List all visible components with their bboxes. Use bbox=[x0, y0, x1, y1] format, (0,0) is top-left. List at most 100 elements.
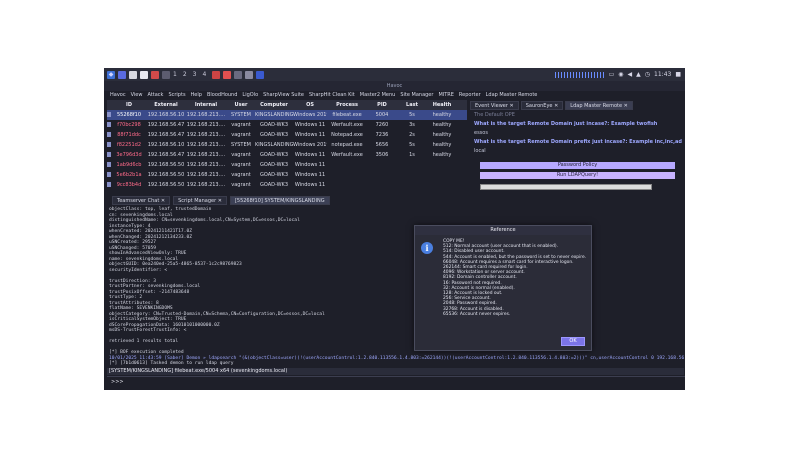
menu-item[interactable]: Scripts bbox=[168, 91, 185, 99]
header-internal[interactable]: Internal bbox=[185, 100, 227, 110]
header-computer[interactable]: Computer bbox=[255, 100, 293, 110]
table-cell: 192.168.56.47 bbox=[147, 132, 185, 138]
table-cell: 9cc83b4d bbox=[116, 182, 142, 188]
table-row[interactable]: 3e796d3d 192.168.56.47 192.168.213.… vagran… bbox=[107, 150, 467, 160]
tab-event-viewer[interactable]: Event Viewer ✕ bbox=[470, 101, 519, 110]
menu-item[interactable]: Site Manager bbox=[400, 91, 433, 99]
table-cell: vagrant bbox=[231, 132, 251, 138]
tab-sauroneye[interactable]: SauronEye ✕ bbox=[520, 101, 564, 110]
folder-icon[interactable] bbox=[129, 70, 137, 79]
password-policy-button[interactable]: Password Policy bbox=[480, 162, 675, 169]
header-id[interactable]: ID bbox=[111, 100, 147, 110]
tab-beacon-session[interactable]: [55268f10] SYSTEM/KINGSLANDING bbox=[229, 196, 330, 205]
header-process[interactable]: Process bbox=[327, 100, 367, 110]
table-row[interactable]: 5e6b2b1a 192.168.56.50 192.168.213.… vagran… bbox=[107, 170, 467, 180]
menu-item[interactable]: Havoc bbox=[110, 91, 126, 99]
table-cell: 1ab9d6cb bbox=[116, 162, 142, 168]
table-cell: 3s bbox=[409, 122, 415, 128]
menu-item[interactable]: Reporter bbox=[459, 91, 481, 99]
taskbar: ◆ 1 2 3 4 ▭ ◉ ◀ ▲ ◷ 11:43 ■ bbox=[104, 68, 685, 81]
right-tab-bar: Event Viewer ✕ SauronEye ✕ Ldap Master R… bbox=[470, 101, 685, 110]
terminal-icon[interactable] bbox=[118, 70, 126, 79]
havoc-icon[interactable] bbox=[212, 70, 221, 79]
menu-item[interactable]: SharpView Suite bbox=[263, 91, 304, 99]
close-icon[interactable]: ✕ bbox=[218, 198, 222, 204]
table-cell: Windows 2019 Server bbox=[293, 112, 327, 118]
header-external[interactable]: External bbox=[147, 100, 185, 110]
clock: 11:43 bbox=[654, 71, 672, 78]
header-user[interactable]: User bbox=[227, 100, 255, 110]
menu-item[interactable]: SharpHit Clean Kit bbox=[309, 91, 355, 99]
header-health[interactable]: Health bbox=[427, 100, 457, 110]
network-tray-icon[interactable]: ◉ bbox=[618, 71, 623, 78]
table-cell: vagrant bbox=[231, 122, 251, 128]
run-ldap-query-button[interactable]: Run LDAPQuery! bbox=[480, 172, 675, 179]
menu-item[interactable]: MITRE bbox=[438, 91, 453, 99]
table-cell: SYSTEM bbox=[231, 142, 251, 148]
lock-icon[interactable]: ■ bbox=[675, 71, 681, 78]
header-pid[interactable]: PID bbox=[367, 100, 397, 110]
workspace-4[interactable]: 4 bbox=[202, 71, 206, 78]
table-cell: GOAD-WK3 bbox=[260, 172, 288, 178]
table-row[interactable]: f82251d2 192.168.56.10 192.168.213.… SYSTEM… bbox=[107, 140, 467, 150]
ok-button[interactable]: OK bbox=[561, 337, 585, 346]
workspace-2[interactable]: 2 bbox=[183, 71, 187, 78]
bell-icon[interactable]: ▲ bbox=[636, 71, 641, 78]
file-icon[interactable] bbox=[140, 70, 148, 79]
table-cell bbox=[427, 160, 457, 170]
tab-script-manager[interactable]: Script Manager ✕ bbox=[173, 196, 227, 205]
table-row[interactable]: 1ab9d6cb 192.168.56.50 192.168.213.… vagran… bbox=[107, 160, 467, 170]
table-cell: 5e6b2b1a bbox=[116, 172, 142, 178]
table-cell: 2s bbox=[409, 132, 415, 138]
tab-ldap-master-remote[interactable]: Ldap Master Remote ✕ bbox=[565, 101, 633, 110]
answer-prefix[interactable]: local bbox=[470, 147, 685, 156]
close-icon[interactable]: ✕ bbox=[624, 103, 628, 109]
table-cell: Werfault.exe bbox=[331, 122, 363, 128]
command-input[interactable]: >>> bbox=[107, 376, 685, 387]
table-cell: GOAD-WK3 bbox=[260, 182, 288, 188]
menu-item[interactable]: View bbox=[131, 91, 143, 99]
table-cell: 192.168.56.47 bbox=[147, 122, 185, 128]
table-cell: Werfault.exe bbox=[331, 152, 363, 158]
screen-icon[interactable]: ▭ bbox=[609, 71, 615, 78]
table-cell: 5656 bbox=[375, 142, 389, 148]
dialog-text: COPY ME! 512: Normal account (user accoun… bbox=[443, 239, 589, 317]
ldap-panel: The Default OPE What is the target Remot… bbox=[470, 111, 685, 211]
answer-domain[interactable]: essos bbox=[470, 129, 685, 138]
tool-icon[interactable] bbox=[223, 70, 232, 79]
tab-teamserver-chat[interactable]: Teamserver Chat ✕ bbox=[112, 196, 171, 205]
menu-item[interactable]: Ldap Master Remote bbox=[486, 91, 538, 99]
workspace-3[interactable]: 3 bbox=[193, 71, 197, 78]
settings-icon[interactable] bbox=[234, 70, 243, 79]
table-cell: healthy bbox=[432, 112, 452, 118]
table-cell: 192.168.213.… bbox=[186, 132, 226, 138]
table-cell: GOAD-WK3 bbox=[260, 132, 288, 138]
table-row[interactable]: f70bc298 192.168.56.47 192.168.213.… vagran… bbox=[107, 120, 467, 130]
header-os[interactable]: OS bbox=[293, 100, 327, 110]
header-last[interactable]: Last bbox=[397, 100, 427, 110]
table-cell: healthy bbox=[432, 142, 452, 148]
table-row[interactable]: 9cc83b4d 192.168.56.50 192.168.213.… vagran… bbox=[107, 180, 467, 190]
app-menu-icon[interactable]: ◆ bbox=[107, 70, 115, 79]
question-prefix: What is the target Remote Domain prefix … bbox=[474, 139, 682, 145]
volume-icon[interactable]: ◀ bbox=[628, 71, 633, 78]
close-icon[interactable]: ✕ bbox=[554, 103, 558, 109]
close-icon[interactable]: ✕ bbox=[510, 103, 514, 109]
table-cell: 192.168.56.50 bbox=[147, 172, 185, 178]
network-icon[interactable] bbox=[256, 70, 265, 79]
menu-item[interactable]: LigOlo bbox=[242, 91, 258, 99]
table-cell: 1s bbox=[409, 152, 415, 158]
menu-item[interactable]: Master2 Menu bbox=[360, 91, 396, 99]
close-icon[interactable]: ✕ bbox=[161, 198, 165, 204]
menu-item[interactable]: Help bbox=[191, 91, 202, 99]
reference-dialog: Reference i COPY ME! 512: Normal account … bbox=[414, 225, 592, 351]
browser-icon[interactable] bbox=[151, 70, 159, 79]
app-icon[interactable] bbox=[245, 70, 254, 79]
table-row[interactable]: 88f71ddc 192.168.56.47 192.168.213.… vagran… bbox=[107, 130, 467, 140]
menu-item[interactable]: Attack bbox=[147, 91, 163, 99]
table-cell: f70bc298 bbox=[117, 122, 141, 128]
window-icon[interactable] bbox=[162, 70, 170, 79]
workspace-1[interactable]: 1 bbox=[173, 71, 177, 78]
menu-item[interactable]: BloodHound bbox=[207, 91, 237, 99]
table-row[interactable]: 55268f10 192.168.56.10 192.168.213.… SYSTEM… bbox=[107, 110, 467, 120]
